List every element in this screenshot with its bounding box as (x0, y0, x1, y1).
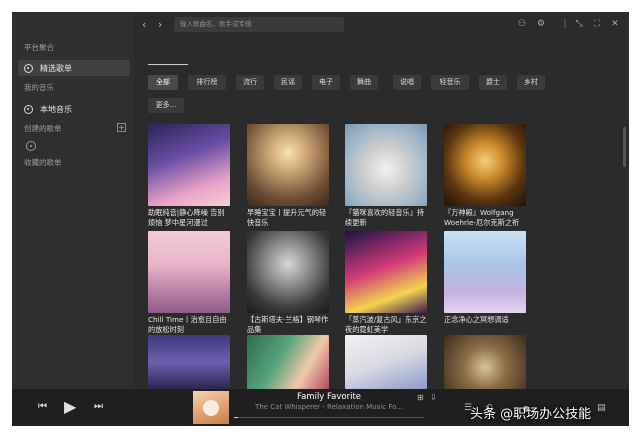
add-to-playlist-icon[interactable]: ⊞ (417, 393, 424, 402)
now-playing-artist: The Cat Whisperer - Relaxation Music Fo.… (255, 403, 403, 411)
sidebar-item-label: 精选歌单 (40, 63, 72, 73)
progress-fill (234, 417, 238, 418)
category-chip[interactable]: 轻音乐 (431, 75, 469, 90)
sidebar: 平台聚合 精选歌单 我的音乐 本地音乐 创建的歌单 + 收藏的歌单 (12, 12, 134, 389)
user-icon[interactable]: ⚇ (517, 19, 527, 29)
back-arrow-icon[interactable]: ‹ (142, 18, 146, 31)
watermark: 头条 @职场办公技能 (470, 407, 592, 422)
music-app-window: 平台聚合 精选歌单 我的音乐 本地音乐 创建的歌单 + 收藏的歌单 ‹ › 输入… (12, 12, 629, 426)
playlist-cover (345, 124, 427, 206)
playlist-card[interactable]: 【古斯塔夫·兰格】钢琴作品集 (247, 231, 329, 335)
playlist-title: 【古斯塔夫·兰格】钢琴作品集 (247, 315, 329, 334)
category-chip[interactable]: 流行 (236, 75, 264, 90)
add-playlist-icon[interactable]: + (117, 123, 126, 132)
separator-icon: | (563, 19, 567, 29)
playlist-title: Chill Time丨治愈且自由的放松时刻 (148, 315, 227, 334)
playlist-cover (148, 335, 230, 389)
collected-icon[interactable] (26, 141, 36, 151)
download-icon[interactable]: ⇩ (430, 393, 437, 402)
playlist-title: 助眠纯音|静心降噪 告别烦恼 梦中星河漫过 (148, 208, 225, 227)
close-icon[interactable]: ✕ (610, 19, 620, 29)
disc-icon (24, 63, 33, 73)
playlist-card[interactable] (345, 335, 427, 389)
sidebar-section-collected: 收藏的歌单 (24, 158, 62, 167)
playlist-cover (345, 231, 427, 313)
now-playing-cover[interactable] (193, 391, 229, 424)
playlist-cover (444, 335, 526, 389)
playlist-card[interactable]: 助眠纯音|静心降噪 告别烦恼 梦中星河漫过 (148, 124, 230, 228)
disc-icon (24, 104, 33, 114)
playlist-card[interactable]: 「蒸汽波/复古风」东京之夜的霓虹美学 (345, 231, 427, 335)
sidebar-item-label: 本地音乐 (40, 104, 72, 114)
playlist-card[interactable]: 早睡宝宝丨提升元气的轻快音乐 (247, 124, 329, 228)
forward-arrow-icon[interactable]: › (158, 18, 162, 31)
playlist-cover (444, 231, 526, 313)
sidebar-item-local-music[interactable]: 本地音乐 (18, 101, 130, 117)
playlist-card[interactable] (247, 335, 329, 389)
category-chip[interactable]: 民谣 (274, 75, 302, 90)
playlist-cover (444, 124, 526, 206)
category-chip[interactable]: 乡村 (517, 75, 545, 90)
playlist-title: 『猫咪喜欢的轻音乐』持续更新 (345, 208, 425, 227)
playlist-title: 『万神殿』Wolfgang Woehrle-厄尔克斯之祈 (444, 208, 520, 227)
playlist-title: 「蒸汽波/复古风」东京之夜的霓虹美学 (345, 315, 427, 334)
playlist-card[interactable]: 『猫咪喜欢的轻音乐』持续更新 (345, 124, 427, 228)
lyrics-icon[interactable]: ▤ (597, 403, 606, 413)
playlist-title: 正念净心之冥想调适 (444, 315, 509, 324)
scrollbar[interactable] (623, 127, 626, 167)
next-icon[interactable]: ⏭ (94, 401, 103, 412)
fullscreen-icon[interactable]: ⛶ (592, 19, 602, 29)
playlist-cover (148, 124, 230, 206)
playlist-cover (247, 335, 329, 389)
category-chip[interactable]: 舞曲 (350, 75, 378, 90)
category-chip[interactable]: 全部 (148, 75, 178, 90)
play-icon[interactable]: ▶ (64, 397, 76, 416)
category-chip[interactable]: 电子 (312, 75, 340, 90)
gear-icon[interactable]: ⚙ (536, 19, 546, 29)
playlist-card[interactable] (444, 335, 526, 389)
playlist-card[interactable]: Chill Time丨治愈且自由的放松时刻 (148, 231, 230, 335)
progress-bar[interactable] (234, 417, 424, 418)
top-bar: ‹ › 输入歌曲名、歌手或专辑 ⚇ ⚙ | ⤡ ⛶ ✕ (134, 12, 629, 38)
mini-mode-icon[interactable]: ⤡ (574, 19, 584, 29)
sidebar-section-created: 创建的歌单 (24, 124, 62, 133)
playlist-card[interactable] (148, 335, 230, 389)
category-chip[interactable]: 爵士 (479, 75, 507, 90)
playlist-cover (345, 335, 427, 389)
category-chip[interactable]: 说唱 (393, 75, 421, 90)
playlist-cover (247, 231, 329, 313)
playlist-cover (148, 231, 230, 313)
playlist-card[interactable]: 正念净心之冥想调适 (444, 231, 526, 335)
sidebar-section-my-music: 我的音乐 (24, 83, 54, 92)
sidebar-item-featured[interactable]: 精选歌单 (18, 60, 130, 76)
now-playing-title: Family Favorite (296, 392, 362, 402)
title-underline (148, 64, 188, 65)
previous-icon[interactable]: ⏮ (38, 401, 47, 412)
sidebar-section-platform: 平台聚合 (24, 43, 54, 52)
search-input[interactable]: 输入歌曲名、歌手或专辑 (174, 17, 344, 32)
playlist-title: 早睡宝宝丨提升元气的轻快音乐 (247, 208, 327, 227)
category-chip-more[interactable]: 更多... (148, 98, 184, 113)
category-chip[interactable]: 排行榜 (188, 75, 226, 90)
playlist-cover (247, 124, 329, 206)
playlist-card[interactable]: 『万神殿』Wolfgang Woehrle-厄尔克斯之祈 (444, 124, 526, 228)
